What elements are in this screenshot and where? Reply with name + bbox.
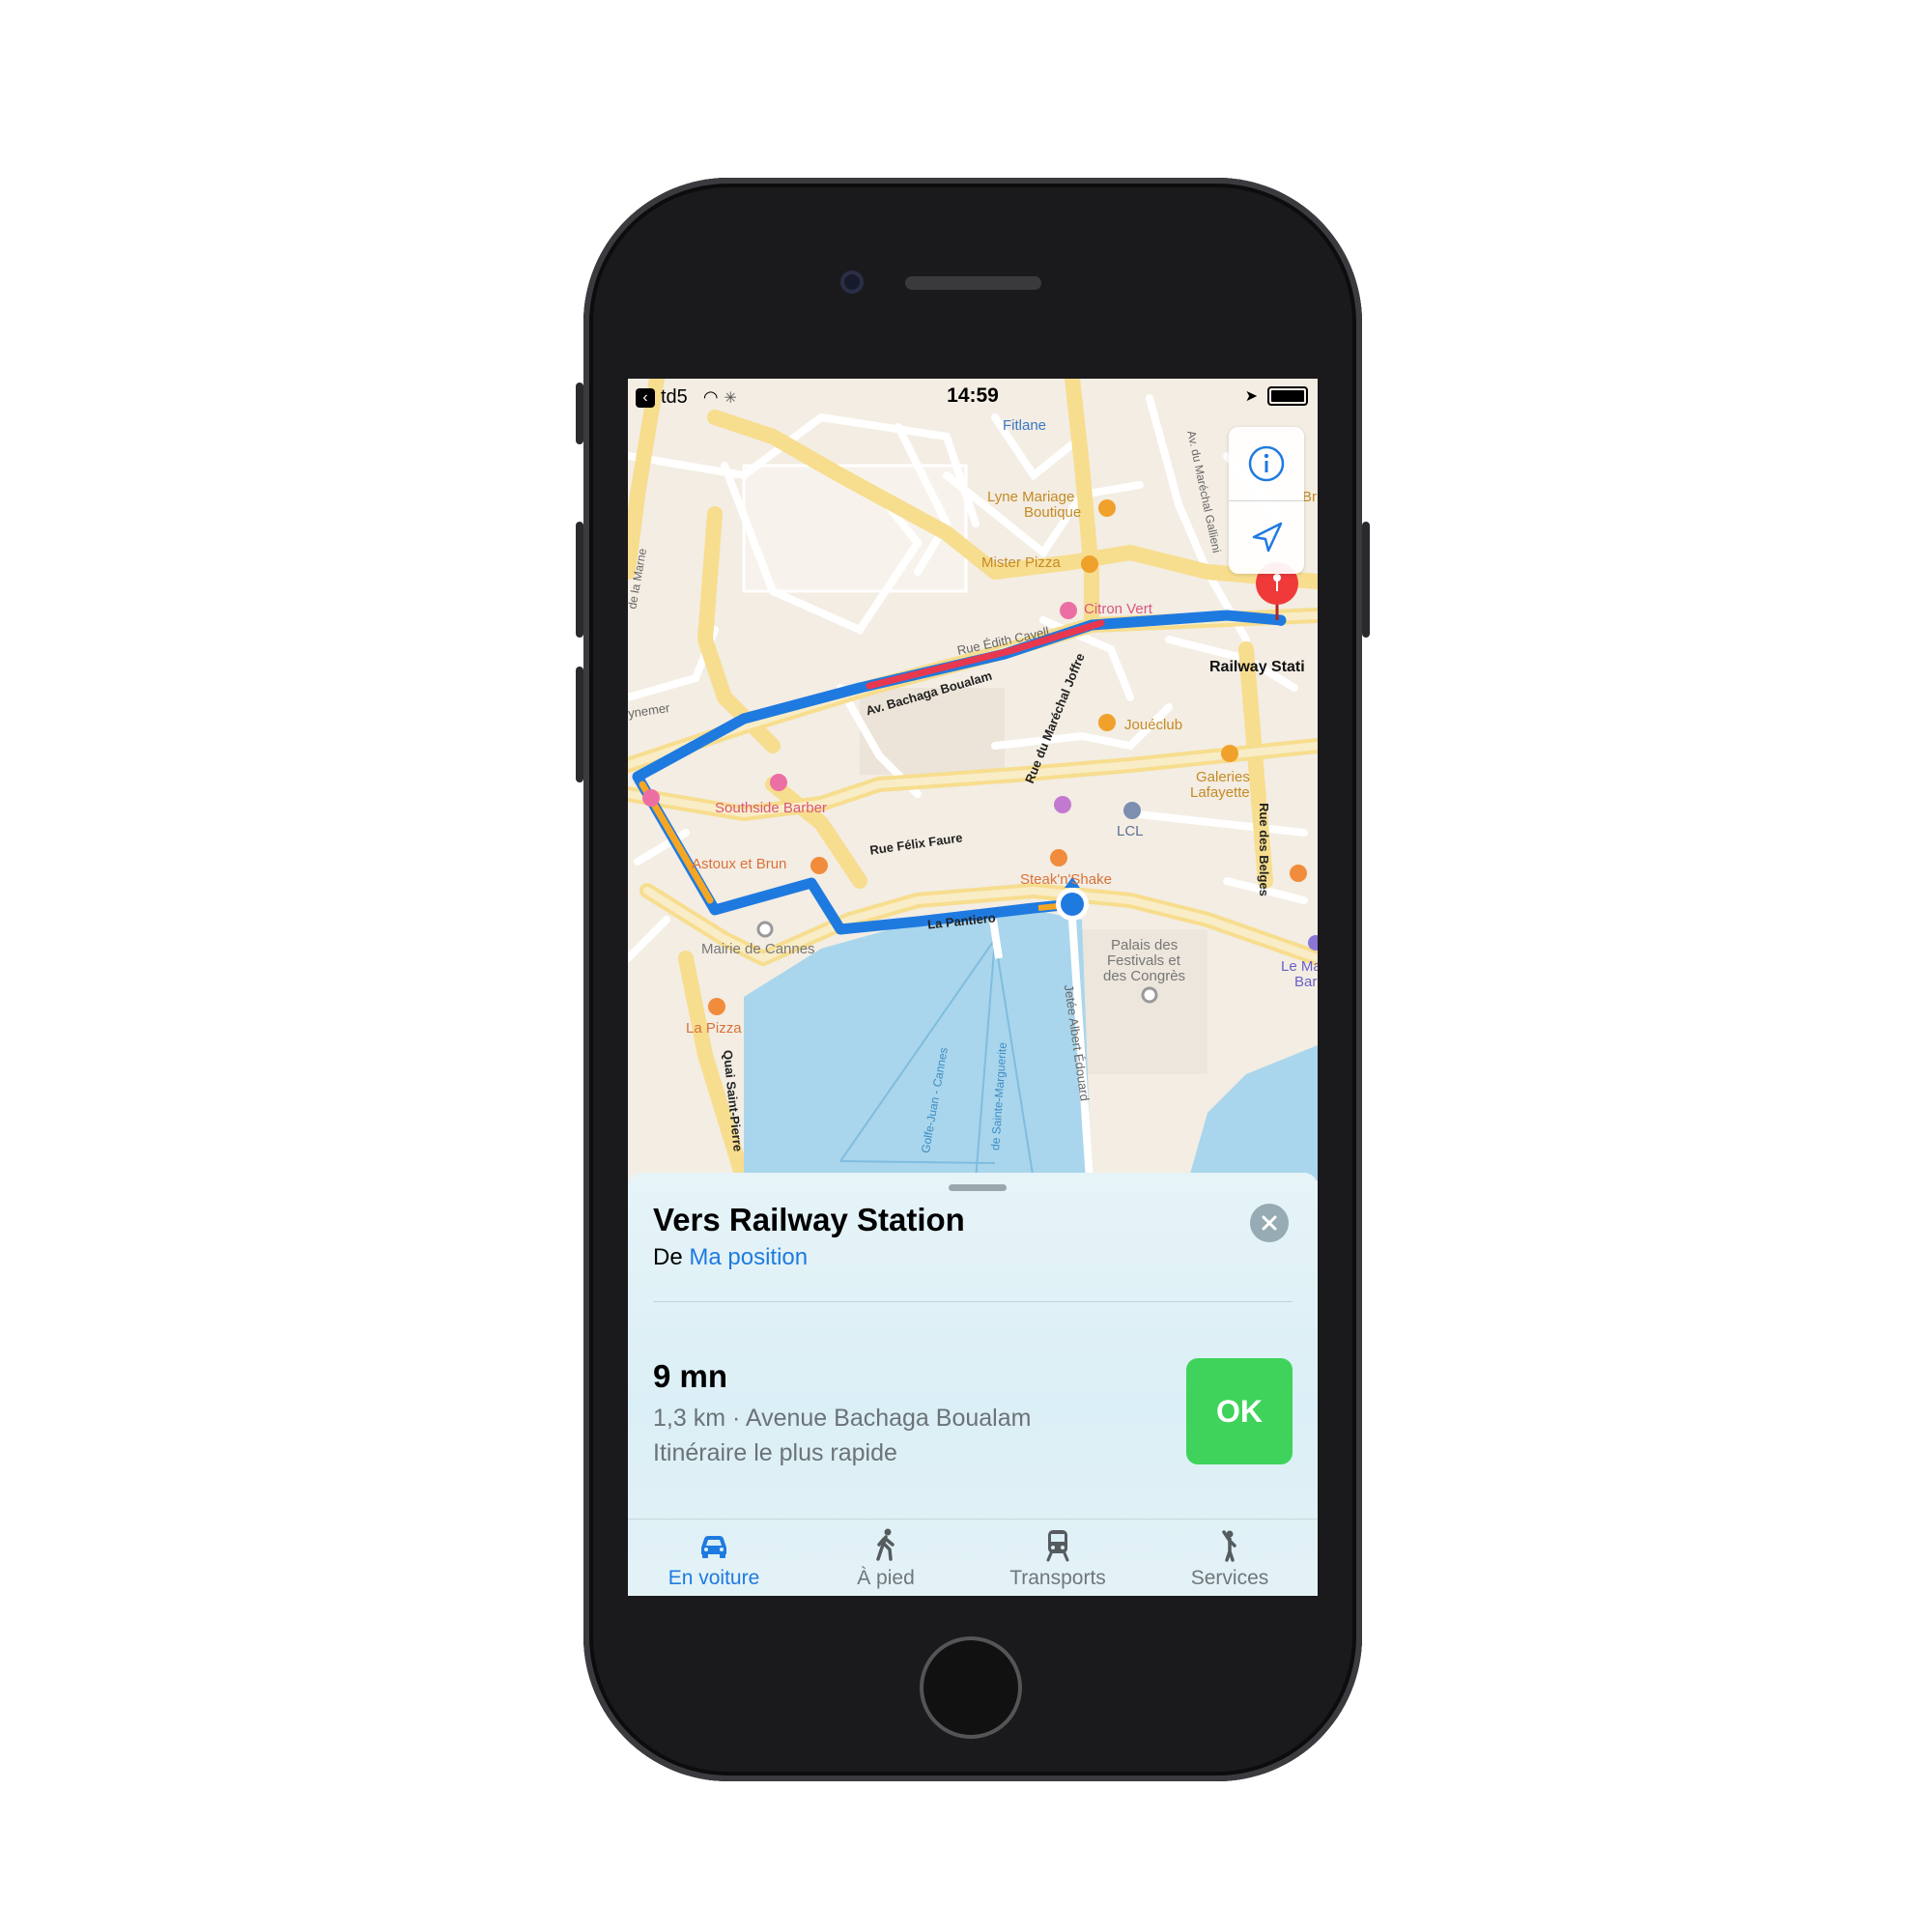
map-label-southside-barber[interactable]: Southside Barber [715,800,827,816]
map-label-railway-station[interactable]: Railway Stati [1209,659,1305,676]
power-button [1362,522,1370,638]
earpiece-speaker [905,276,1041,290]
train-icon [1046,1530,1069,1562]
map-label-mister-pizza[interactable]: Mister Pizza [981,554,1061,571]
map-label-rue-des-belges: Rue des Belges [1256,803,1271,896]
screen: Fitlane Lyne Mariage Boutique Mister Piz… [628,379,1318,1596]
map-label-lafayette[interactable]: Lafayette [1190,784,1250,801]
tab-transit[interactable]: Transports [972,1524,1144,1594]
map-label-le-ma[interactable]: Le Ma [1281,958,1318,975]
battery-icon [1267,386,1308,406]
map-label-mairie-de-cannes[interactable]: Mairie de Cannes [701,941,815,957]
info-button[interactable] [1229,427,1304,500]
map-label-astoux-et-brun[interactable]: Astoux et Brun [692,856,786,872]
map-label-festivals-et[interactable]: Festivals et [1107,952,1180,969]
map-controls [1229,427,1304,574]
map-label-des-congres[interactable]: des Congrès [1103,968,1185,984]
poi-shopping-icon[interactable] [1221,745,1238,762]
current-location-dot[interactable] [1061,893,1084,916]
close-button[interactable] [1250,1204,1289,1242]
map-label-lyne-boutique[interactable]: Boutique [1024,504,1081,521]
rideshare-icon [1222,1530,1236,1562]
poi-toy-store-icon[interactable] [1098,714,1116,731]
tab-rideshare[interactable]: Services [1144,1524,1316,1594]
poi-restaurant-icon[interactable] [1050,849,1067,867]
mute-switch [576,383,583,444]
map-label-steak-n-shake[interactable]: Steak'n'Shake [1020,871,1112,888]
poi-landmark-icon[interactable] [1141,986,1158,1004]
map-label-fitlane[interactable]: Fitlane [1003,417,1046,434]
route-type: Itinéraire le plus rapide [653,1439,897,1466]
status-bar: ‹ td5 ◠ ✳ 14:59 ➤ [628,379,1318,412]
car-icon [701,1536,726,1558]
poi-pizza-icon[interactable] [708,998,725,1015]
map-label-lyne-mariage[interactable]: Lyne Mariage [987,489,1074,505]
map-label-palais-des[interactable]: Palais des [1111,937,1178,953]
location-services-icon: ➤ [1244,388,1258,405]
poi-restaurant-icon[interactable] [810,857,828,874]
tab-driving-label: En voiture [668,1567,760,1589]
info-icon [1248,445,1285,482]
origin-link[interactable]: Ma position [689,1244,808,1270]
tab-driving[interactable]: En voiture [628,1524,800,1594]
poi-barber-icon[interactable] [770,774,787,791]
origin-prefix: De [653,1244,683,1270]
poi-restaurant-icon[interactable] [1290,865,1307,882]
walking-icon [876,1528,895,1561]
map-label-joueclub[interactable]: Jouéclub [1124,717,1182,733]
tab-divider [628,1519,1318,1520]
poi-pet-icon[interactable] [642,789,660,807]
front-camera [840,270,864,294]
sheet-grabber[interactable] [949,1184,1007,1191]
poi-landmark-icon[interactable] [756,921,774,938]
traffic-moderate-segment [1037,903,1059,911]
poi-entertainment-icon[interactable] [1054,796,1071,813]
tab-transit-label: Transports [1009,1567,1106,1589]
directions-sheet: Vers Railway Station De Ma position 9 mn… [628,1173,1318,1596]
close-icon [1262,1215,1277,1231]
map-label-lcl[interactable]: LCL [1117,823,1144,839]
origin-line: De Ma position [653,1244,808,1271]
tab-walking-label: À pied [857,1567,915,1589]
map-label-br[interactable]: Br [1302,489,1317,505]
route-eta[interactable]: 9 mn [653,1358,727,1395]
map-label-la-pizza[interactable]: La Pizza [686,1020,742,1037]
map-label-bar[interactable]: Bar [1294,974,1317,990]
volume-down-button [576,667,583,782]
tracking-button[interactable] [1229,500,1304,574]
status-time: 14:59 [947,384,999,407]
go-button[interactable]: OK [1186,1358,1293,1464]
map-label-citron-vert[interactable]: Citron Vert [1084,601,1152,617]
poi-food-icon[interactable] [1081,555,1098,573]
tab-walking[interactable]: À pied [800,1524,972,1594]
poi-restaurant-icon[interactable] [1060,602,1077,619]
tab-rideshare-label: Services [1190,1567,1269,1589]
poi-shopping-icon[interactable] [1098,499,1116,517]
poi-bank-icon[interactable] [1123,802,1141,819]
destination-title: Vers Railway Station [653,1202,965,1237]
map-label-galeries[interactable]: Galeries [1196,769,1250,785]
home-button[interactable] [920,1636,1022,1739]
volume-up-button [576,522,583,638]
route-distance: 1,3 km · Avenue Bachaga Boualam [653,1405,1032,1432]
divider [653,1301,1293,1302]
location-arrow-icon [1252,522,1283,553]
